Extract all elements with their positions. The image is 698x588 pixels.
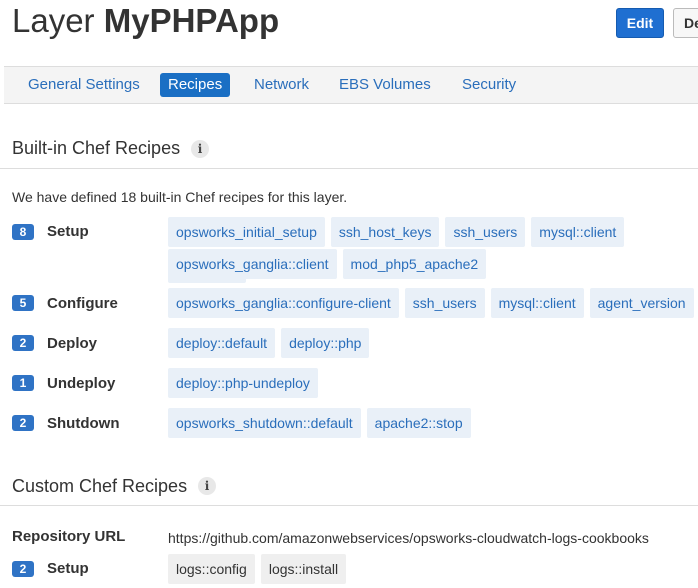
configure-label: Configure — [47, 295, 118, 312]
shutdown-count-badge: 2 — [12, 415, 34, 431]
recipe-chip[interactable]: apache2::stop — [366, 408, 471, 438]
recipe-chip[interactable]: ssh_users — [445, 217, 526, 247]
undeploy-label: Undeploy — [47, 375, 116, 392]
shutdown-recipes: opsworks_shutdown::default apache2::stop — [168, 408, 698, 438]
custom-setup-recipes: logs::config logs::install — [168, 554, 698, 584]
configure-recipes: opsworks_ganglia::configure-client ssh_u… — [168, 288, 698, 318]
tab-general-settings[interactable]: General Settings — [20, 73, 148, 97]
setup-count-badge: 8 — [12, 224, 34, 240]
recipe-chip[interactable]: mysql::client — [531, 217, 625, 247]
builtin-recipes-title: Built-in Chef Recipes — [12, 138, 181, 158]
repository-url-label: Repository URL — [12, 528, 126, 545]
deploy-recipes: deploy::default deploy::php — [168, 328, 698, 358]
section-divider — [0, 505, 698, 506]
recipe-chip[interactable]: ssh_host_keys — [330, 217, 440, 247]
recipe-chip[interactable]: opsworks_initial_setup — [168, 217, 325, 247]
deploy-count-badge: 2 — [12, 335, 34, 351]
tab-recipes[interactable]: Recipes — [160, 73, 231, 97]
recipe-chip[interactable]: logs::install — [260, 554, 347, 584]
custom-setup-count-badge: 2 — [12, 561, 34, 577]
recipe-chip[interactable]: agent_version — [589, 288, 694, 318]
tab-security[interactable]: Security — [454, 73, 524, 97]
recipe-chip[interactable]: mod_php5_apache2 — [342, 249, 487, 279]
page-title-layer-name: MyPHPApp — [103, 2, 280, 39]
edit-button[interactable]: Edit — [616, 8, 664, 38]
recipe-chip[interactable]: opsworks_ganglia::configure-client — [168, 288, 399, 318]
undeploy-count-badge: 1 — [12, 375, 34, 391]
delete-button[interactable]: De — [673, 8, 698, 38]
configure-count-badge: 5 — [12, 295, 34, 311]
setup-label: Setup — [47, 223, 89, 240]
section-divider — [0, 168, 698, 169]
shutdown-label: Shutdown — [47, 415, 120, 432]
recipe-chip[interactable]: deploy::default — [168, 328, 276, 358]
recipe-chip[interactable]: logs::config — [168, 554, 255, 584]
deploy-label: Deploy — [47, 335, 98, 352]
recipe-chip[interactable]: ssh_users — [404, 288, 485, 318]
tab-network[interactable]: Network — [246, 73, 317, 97]
page-title-prefix: Layer — [12, 2, 95, 39]
info-icon[interactable]: i — [191, 140, 209, 158]
setup-recipes-continued: opsworks_ganglia::client mod_php5_apache… — [168, 249, 698, 279]
builtin-recipes-description: We have defined 18 built-in Chef recipes… — [12, 189, 348, 205]
repository-url-value: https://github.com/amazonwebservices/ops… — [168, 530, 649, 546]
custom-recipes-title: Custom Chef Recipes — [12, 476, 188, 496]
tab-bar: General Settings Recipes Network EBS Vol… — [4, 66, 698, 104]
recipe-chip[interactable]: deploy::php — [281, 328, 370, 358]
custom-setup-label: Setup — [47, 560, 89, 577]
recipe-chip[interactable]: mysql::client — [490, 288, 584, 318]
recipe-chip[interactable]: opsworks_shutdown::default — [168, 408, 361, 438]
page-title: Layer MyPHPApp — [12, 2, 279, 40]
info-icon[interactable]: i — [198, 477, 216, 495]
undeploy-recipes: deploy::php-undeploy — [168, 368, 698, 398]
recipe-chip[interactable]: opsworks_ganglia::client — [168, 249, 337, 279]
recipe-chip[interactable]: deploy::php-undeploy — [168, 368, 318, 398]
tab-ebs-volumes[interactable]: EBS Volumes — [331, 73, 439, 97]
